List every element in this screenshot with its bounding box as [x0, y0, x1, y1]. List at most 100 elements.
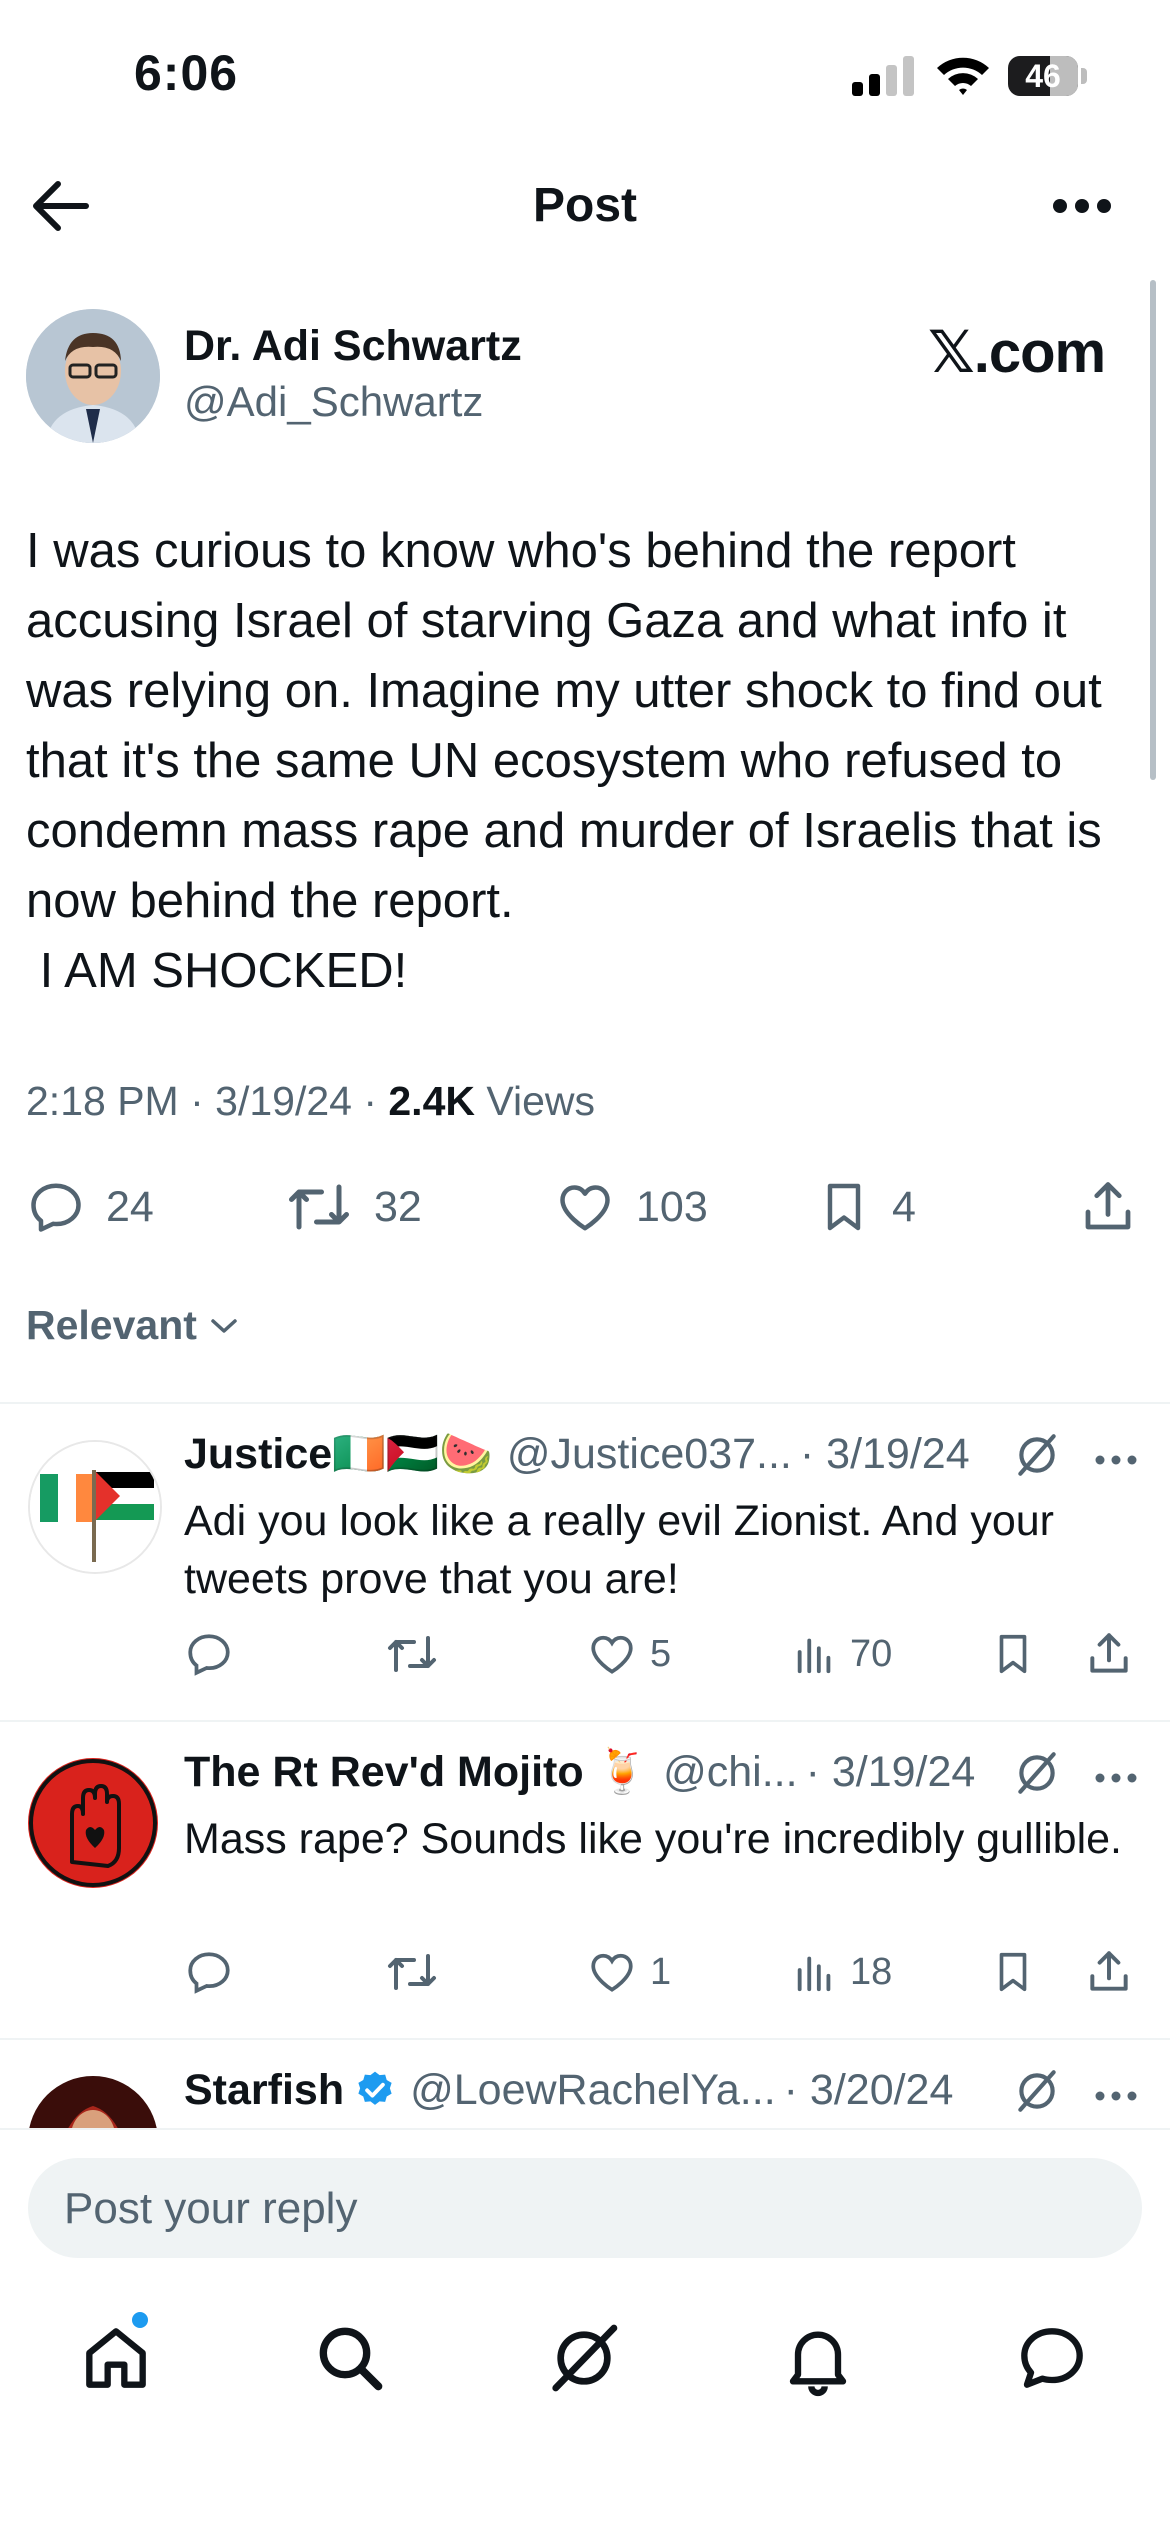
home-icon	[86, 2328, 146, 2388]
bottom-tab-bar	[0, 2300, 1170, 2420]
sort-label: Relevant	[26, 1302, 197, 1348]
reply-icon	[188, 1952, 230, 1994]
reply-bookmark-button[interactable]	[990, 1944, 1036, 2000]
reply-icon	[31, 1183, 81, 1232]
reply-repost-button[interactable]	[384, 1626, 440, 1682]
like-button[interactable]: 103	[554, 1172, 708, 1242]
reply-author-handle[interactable]: @Justice037...	[507, 1430, 792, 1479]
scrollbar-thumb[interactable]	[1150, 280, 1156, 780]
repost-button[interactable]: 32	[284, 1172, 422, 1242]
battery-icon: 46	[1008, 56, 1078, 96]
chevron-down-icon	[211, 1318, 237, 1333]
bookmark-button[interactable]: 4	[816, 1172, 916, 1242]
grok-icon	[552, 2324, 618, 2392]
reply-text: Mass rape? Sounds like you're incredibly…	[184, 1815, 1122, 1863]
reply-share-button[interactable]	[1084, 1944, 1134, 2000]
more-horizontal-icon	[1095, 2091, 1137, 2101]
reply-view-count: 18	[850, 1950, 893, 1993]
grok-icon[interactable]	[1012, 1748, 1062, 1798]
reply-actions: 5 70	[184, 1626, 1144, 1682]
reply-like-button[interactable]: 5	[586, 1626, 671, 1682]
reply-button[interactable]: 24	[26, 1172, 154, 1242]
share-icon	[1090, 1951, 1128, 1991]
reply-author-handle[interactable]: @LoewRachelYa...	[410, 2066, 776, 2115]
reply-reply-button[interactable]	[184, 1944, 234, 2000]
tab-grok[interactable]	[544, 2318, 624, 2398]
reply-author-name[interactable]: Justice🇮🇪🇵🇸🍉	[184, 1429, 493, 1479]
tab-messages[interactable]	[1012, 2318, 1092, 2398]
repost-icon	[289, 1184, 349, 1230]
views-count: 2.4K	[388, 1078, 475, 1124]
reply-count: 24	[106, 1182, 154, 1231]
battery-nub	[1081, 68, 1087, 84]
share-icon	[1085, 1182, 1131, 1230]
cell-signal-icon	[852, 56, 914, 96]
reply-like-button[interactable]: 1	[586, 1944, 671, 2000]
author-avatar[interactable]	[26, 309, 160, 443]
views-label: Views	[486, 1078, 596, 1124]
search-icon	[319, 2327, 383, 2391]
post-actions: 24 32 103 4	[26, 1172, 1146, 1242]
post-meta: 2:18 PM · 3/19/24 · 2.4K Views	[26, 1078, 596, 1124]
reply-share-button[interactable]	[1084, 1626, 1134, 1682]
post-date: 3/19/24	[215, 1078, 352, 1124]
reply-author-name[interactable]: The Rt Rev'd Mojito 🍹	[184, 1747, 649, 1797]
reply-input[interactable]: Post your reply	[28, 2158, 1142, 2258]
reply-header: The Rt Rev'd Mojito 🍹 @chi... · 3/19/24	[184, 1744, 1140, 1800]
reply-actions: 1 18	[184, 1944, 1144, 2000]
reply-date: · 3/20/24	[783, 2065, 954, 2114]
reply-item[interactable]: Starfish @LoewRachelYa... · 3/20/24	[0, 2040, 1170, 2128]
reply-avatar[interactable]	[28, 1440, 162, 1574]
reply-placeholder: Post your reply	[64, 2184, 358, 2233]
heart-icon	[591, 1635, 633, 1674]
share-button[interactable]	[1078, 1172, 1138, 1242]
wifi-icon	[935, 54, 991, 96]
grok-icon[interactable]	[1012, 1430, 1062, 1480]
author-handle[interactable]: @Adi_Schwartz	[184, 378, 483, 426]
reply-header: Starfish @LoewRachelYa... · 3/20/24	[184, 2062, 1140, 2118]
bookmark-icon	[827, 1183, 861, 1231]
reply-reply-button[interactable]	[184, 1626, 234, 1682]
post-text: I was curious to know who's behind the r…	[26, 524, 1102, 998]
arrow-left-icon	[33, 181, 89, 231]
reply-more-button[interactable]	[1094, 1772, 1138, 1784]
reply-more-button[interactable]	[1094, 2090, 1138, 2102]
heart-icon	[591, 1953, 633, 1992]
reply-sort-dropdown[interactable]: Relevant	[26, 1302, 239, 1349]
reply-header: Justice🇮🇪🇵🇸🍉 @Justice037... · 3/19/24	[184, 1426, 1140, 1482]
reply-like-count: 5	[650, 1632, 672, 1675]
reply-bookmark-button[interactable]	[990, 1626, 1036, 1682]
reply-item[interactable]: Justice🇮🇪🇵🇸🍉 @Justice037... · 3/19/24 Ad…	[0, 1404, 1170, 1718]
reply-repost-button[interactable]	[384, 1944, 440, 2000]
author-name[interactable]: Dr. Adi Schwartz	[184, 322, 522, 371]
views-chart-icon	[797, 1638, 831, 1674]
bookmark-icon	[999, 1634, 1027, 1674]
reply-views-button[interactable]: 70	[792, 1626, 892, 1682]
reply-avatar[interactable]	[28, 2076, 158, 2128]
tab-search[interactable]	[310, 2318, 390, 2398]
back-button[interactable]	[28, 178, 92, 234]
more-horizontal-icon	[1095, 1455, 1137, 1465]
post-time: 2:18 PM	[26, 1078, 179, 1124]
reply-views-button[interactable]: 18	[792, 1944, 892, 2000]
reply-author-name[interactable]: Starfish	[184, 2066, 344, 2115]
repost-count: 32	[374, 1182, 422, 1231]
reply-date: · 3/19/24	[805, 1747, 976, 1796]
like-count: 103	[636, 1182, 708, 1231]
reply-text: Adi you look like a really evil Zionist.…	[184, 1497, 1054, 1603]
reply-date: · 3/19/24	[799, 1429, 970, 1478]
tab-notifications[interactable]	[778, 2318, 858, 2398]
more-options-button[interactable]	[1052, 196, 1112, 216]
reply-author-handle[interactable]: @chi...	[663, 1748, 797, 1797]
more-horizontal-icon	[1095, 1773, 1137, 1783]
bookmark-icon	[999, 1952, 1027, 1992]
grok-icon[interactable]	[1012, 2066, 1062, 2116]
reply-item[interactable]: The Rt Rev'd Mojito 🍹 @chi... · 3/19/24 …	[0, 1722, 1170, 2036]
more-horizontal-icon	[1053, 199, 1111, 213]
reply-avatar[interactable]	[28, 1758, 158, 1888]
reply-more-button[interactable]	[1094, 1454, 1138, 1466]
tab-home[interactable]	[76, 2312, 156, 2398]
heart-icon	[560, 1185, 610, 1231]
bell-icon	[789, 2331, 847, 2397]
share-icon	[1090, 1633, 1128, 1673]
